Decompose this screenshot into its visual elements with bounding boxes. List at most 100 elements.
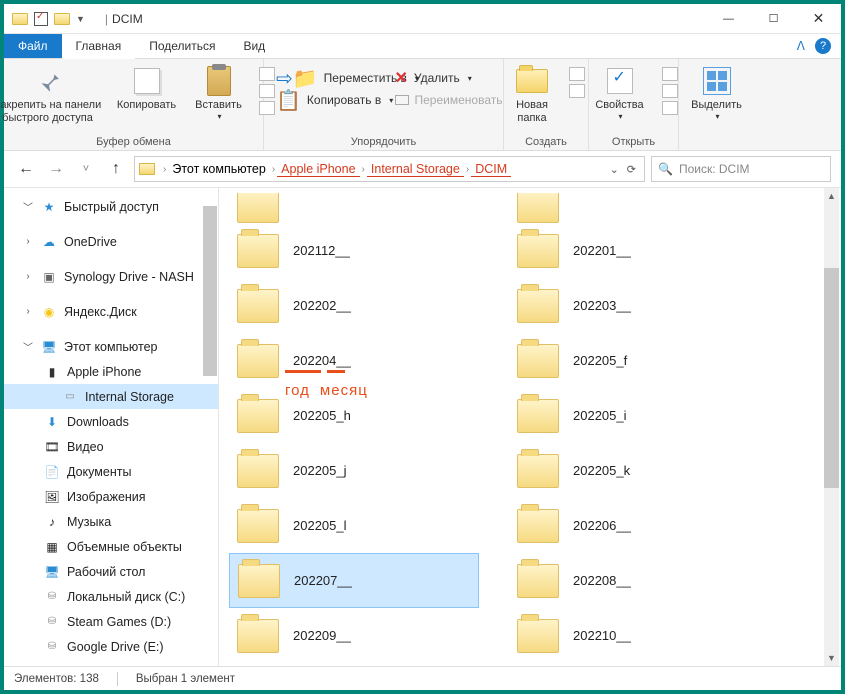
edit-icon[interactable] [662, 84, 678, 98]
folder-item[interactable] [509, 193, 759, 223]
tab-share[interactable]: Поделиться [135, 34, 229, 58]
folder-item[interactable]: 202206__ [509, 498, 759, 553]
new-folder-button[interactable]: Новая папка [507, 63, 557, 124]
crumb-dcim[interactable]: DCIM [471, 162, 511, 177]
folder-label: 202210__ [573, 628, 631, 643]
folder-item[interactable]: 202207__ [229, 553, 479, 608]
nav-desktop[interactable]: 🖥Рабочий стол [4, 559, 218, 584]
status-count: Элементов: 138 [14, 673, 99, 685]
nav-internal-storage[interactable]: ▭Internal Storage [4, 384, 218, 409]
file-list[interactable]: 202112__202202__202204__годмесяц202205_h… [219, 188, 841, 666]
history-dropdown[interactable]: ˅ [74, 157, 98, 181]
nav-3d-objects[interactable]: ▦Объемные объекты [4, 534, 218, 559]
address-dropdown-icon[interactable]: ⌄ [610, 163, 619, 176]
folder-label: 202209__ [293, 628, 351, 643]
folder-item[interactable]: 202205_j [229, 443, 479, 498]
crumb-iphone[interactable]: Apple iPhone [277, 162, 359, 177]
folder-label: 202205_j [293, 463, 347, 478]
folder-item[interactable]: 202112__ [229, 223, 479, 278]
tab-home[interactable]: Главная [62, 35, 136, 59]
paste-button[interactable]: Вставить▾ [191, 63, 247, 121]
delete-button[interactable]: ✕Удалить▾ [391, 67, 507, 89]
group-clipboard-label: Буфер обмена [96, 134, 171, 148]
folder-icon [237, 509, 279, 543]
nav-video[interactable]: 🎞Видео [4, 434, 218, 459]
scrollbar-thumb[interactable] [824, 268, 839, 488]
qat-dropdown-icon[interactable]: ▼ [76, 14, 85, 24]
ribbon-collapse-icon[interactable]: ᐱ [797, 39, 805, 53]
minimize-button[interactable]: — [706, 4, 751, 33]
navigation-pane[interactable]: ﹀★Быстрый доступ ›☁OneDrive ›▣Synology D… [4, 188, 219, 666]
folder-label: 202206__ [573, 518, 631, 533]
nav-documents[interactable]: 📄Документы [4, 459, 218, 484]
qat-properties-icon[interactable] [34, 12, 48, 26]
nav-disk-d[interactable]: ⛁Steam Games (D:) [4, 609, 218, 634]
tab-view[interactable]: Вид [229, 34, 279, 58]
crumb-internal[interactable]: Internal Storage [367, 162, 464, 177]
open-icon[interactable] [662, 67, 678, 81]
rename-button[interactable]: Переименовать [391, 89, 507, 111]
folder-icon [517, 193, 559, 223]
search-input[interactable]: 🔍 Поиск: DCIM [651, 156, 831, 182]
ribbon: Закрепить на панели быстрого доступа Коп… [4, 59, 841, 151]
properties-button[interactable]: Свойства▾ [590, 63, 650, 121]
nav-onedrive[interactable]: ›☁OneDrive [4, 229, 218, 254]
folder-label: 202201__ [573, 243, 631, 258]
qat-folder-icon[interactable] [54, 13, 70, 25]
folder-item[interactable]: 202210__ [509, 608, 759, 663]
nav-images[interactable]: 🖼Изображения [4, 484, 218, 509]
address-bar[interactable]: › Этот компьютер› Apple iPhone› Internal… [134, 156, 645, 182]
folder-icon [237, 399, 279, 433]
pin-quickaccess-button[interactable]: Закрепить на панели быстрого доступа [0, 63, 103, 124]
nav-music[interactable]: ♪Музыка [4, 509, 218, 534]
folder-item[interactable]: 202205_k [509, 443, 759, 498]
folder-item[interactable]: 202205_h [229, 388, 479, 443]
folder-item[interactable]: 202202__ [229, 278, 479, 333]
folder-item[interactable] [229, 193, 479, 223]
nav-iphone[interactable]: ▮Apple iPhone [4, 359, 218, 384]
tab-file[interactable]: Файл [4, 34, 62, 58]
nav-disk-e[interactable]: ⛁Google Drive (E:) [4, 634, 218, 659]
folder-icon [237, 619, 279, 653]
nav-yandex[interactable]: ›◉Яндекс.Диск [4, 299, 218, 324]
ribbon-tabs: Файл Главная Поделиться Вид ᐱ ? [4, 34, 841, 59]
select-button[interactable]: Выделить▾ [687, 63, 747, 121]
folder-icon [237, 344, 279, 378]
folder-icon [517, 454, 559, 488]
folder-item[interactable]: 202205_l [229, 498, 479, 553]
folder-icon [517, 234, 559, 268]
nav-scrollbar[interactable] [203, 206, 217, 376]
scroll-up-icon[interactable]: ▲ [824, 188, 839, 204]
copy-button[interactable]: Копировать [111, 63, 183, 112]
up-button[interactable]: ↑ [104, 157, 128, 181]
nav-disk-c[interactable]: ⛁Локальный диск (C:) [4, 584, 218, 609]
help-icon[interactable]: ? [815, 38, 831, 54]
refresh-icon[interactable]: ⟳ [627, 163, 636, 176]
folder-item[interactable]: 202209__ [229, 608, 479, 663]
folder-item[interactable]: 202201__ [509, 223, 759, 278]
forward-button[interactable]: → [44, 157, 68, 181]
nav-quick-access[interactable]: ﹀★Быстрый доступ [4, 194, 218, 219]
new-item-icon[interactable] [569, 67, 585, 81]
folder-label: 202204__ [293, 353, 351, 368]
group-open-label: Открыть [612, 134, 655, 148]
crumb-pc[interactable]: Этот компьютер [168, 162, 269, 176]
easy-access-icon[interactable] [569, 84, 585, 98]
folder-item[interactable]: 202208__ [509, 553, 759, 608]
history-icon[interactable] [662, 101, 678, 115]
scroll-down-icon[interactable]: ▼ [824, 650, 839, 666]
folder-item[interactable]: 202203__ [509, 278, 759, 333]
nav-synology[interactable]: ›▣Synology Drive - NASH [4, 264, 218, 289]
nav-this-pc[interactable]: ﹀🖥Этот компьютер [4, 334, 218, 359]
back-button[interactable]: ← [14, 157, 38, 181]
folder-item[interactable]: 202204__годмесяц [229, 333, 479, 388]
close-button[interactable]: ✕ [796, 4, 841, 33]
folder-icon [237, 193, 279, 223]
folder-item[interactable]: 202205_f [509, 333, 759, 388]
maximize-button[interactable]: ☐ [751, 4, 796, 33]
nav-disk-g[interactable]: ⛁Локальный диск (G:) [4, 659, 218, 666]
nav-downloads[interactable]: ⬇Downloads [4, 409, 218, 434]
folder-item[interactable]: 202205_i [509, 388, 759, 443]
quick-access-toolbar: ▼ [4, 12, 93, 26]
group-organize-label: Упорядочить [351, 134, 416, 148]
